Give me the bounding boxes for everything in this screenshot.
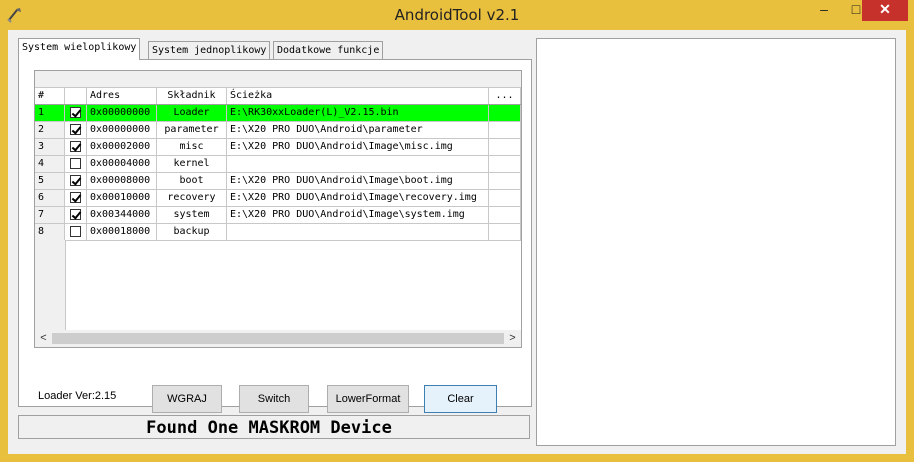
row-checkbox-cell[interactable] [65, 156, 87, 172]
close-button[interactable]: ✕ [862, 0, 908, 21]
row-checkbox[interactable] [70, 107, 81, 118]
row-number: 6 [35, 190, 65, 206]
row-browse[interactable] [489, 122, 521, 138]
row-address: 0x00344000 [87, 207, 157, 223]
row-browse[interactable] [489, 156, 521, 172]
status-text: Found One MASKROM Device [146, 418, 392, 438]
table-row[interactable]: 1 0x00000000 Loader E:\RK30xxLoader(L)_V2.1… [35, 105, 521, 122]
row-number: 1 [35, 105, 65, 121]
tab-panel: # Adres Składnik Ścieżka ... 1 0x00000000… [18, 59, 532, 413]
row-component: recovery [157, 190, 227, 206]
row-browse[interactable] [489, 105, 521, 121]
row-path[interactable]: E:\X20 PRO DUO\Android\Image\boot.img [227, 173, 489, 189]
header-num[interactable]: # [35, 88, 65, 104]
clear-button[interactable]: Clear [424, 385, 497, 413]
table-row[interactable]: 7 0x00344000 system E:\X20 PRO DUO\Android\… [35, 207, 521, 224]
row-checkbox[interactable] [70, 175, 81, 186]
loader-version: Loader Ver:2.15 [38, 390, 117, 402]
table-row[interactable]: 5 0x00008000 boot E:\X20 PRO DUO\Android\Im… [35, 173, 521, 190]
row-component: boot [157, 173, 227, 189]
switch-button[interactable]: Switch [239, 385, 309, 413]
row-path[interactable]: E:\X20 PRO DUO\Android\parameter [227, 122, 489, 138]
row-number: 7 [35, 207, 65, 223]
row-browse[interactable] [489, 173, 521, 189]
row-number: 4 [35, 156, 65, 172]
row-address: 0x00018000 [87, 224, 157, 240]
row-checkbox[interactable] [70, 158, 81, 169]
row-number: 3 [35, 139, 65, 155]
row-number: 5 [35, 173, 65, 189]
row-component: Loader [157, 105, 227, 121]
row-browse[interactable] [489, 139, 521, 155]
row-component: kernel [157, 156, 227, 172]
row-address: 0x00008000 [87, 173, 157, 189]
row-checkbox-cell[interactable] [65, 207, 87, 223]
row-path[interactable]: E:\RK30xxLoader(L)_V2.15.bin [227, 105, 489, 121]
row-checkbox-cell[interactable] [65, 224, 87, 240]
table-row[interactable]: 6 0x00010000 recovery E:\X20 PRO DUO\Androi… [35, 190, 521, 207]
row-path[interactable]: E:\X20 PRO DUO\Android\Image\system.img [227, 207, 489, 223]
header-address[interactable]: Adres [87, 88, 157, 104]
table-row[interactable]: 8 0x00018000 backup [35, 224, 521, 241]
horizontal-scrollbar[interactable]: < > [35, 330, 521, 347]
header-more[interactable]: ... [489, 88, 521, 104]
scroll-left-arrow[interactable]: < [35, 330, 52, 347]
row-checkbox-cell[interactable] [65, 122, 87, 138]
table-row[interactable]: 2 0x00000000 parameter E:\X20 PRO DUO\Andro… [35, 122, 521, 139]
row-checkbox-cell[interactable] [65, 105, 87, 121]
row-path[interactable]: E:\X20 PRO DUO\Android\Image\recovery.im… [227, 190, 489, 206]
row-address: 0x00010000 [87, 190, 157, 206]
row-component: backup [157, 224, 227, 240]
scroll-right-arrow[interactable]: > [504, 330, 521, 347]
window-title: AndroidTool v2.1 [394, 6, 520, 24]
row-checkbox[interactable] [70, 124, 81, 135]
header-check[interactable] [65, 88, 87, 104]
row-browse[interactable] [489, 207, 521, 223]
header-component[interactable]: Składnik [157, 88, 227, 104]
row-address: 0x00000000 [87, 122, 157, 138]
lower-format-button[interactable]: LowerFormat [327, 385, 409, 413]
row-component: parameter [157, 122, 227, 138]
table-header: # Adres Składnik Ścieżka ... [35, 88, 521, 105]
minimize-button[interactable]: – [808, 0, 840, 20]
row-component: system [157, 207, 227, 223]
status-bar: Found One MASKROM Device [18, 415, 530, 439]
row-checkbox-cell[interactable] [65, 139, 87, 155]
tab-system-jednoplikowy[interactable]: System jednoplikowy [148, 41, 271, 60]
row-checkbox-cell[interactable] [65, 190, 87, 206]
table-row[interactable]: 4 0x00004000 kernel [35, 156, 521, 173]
row-checkbox[interactable] [70, 226, 81, 237]
row-address: 0x00004000 [87, 156, 157, 172]
title-bar: AndroidTool v2.1 – □ ✕ [0, 0, 914, 30]
row-path[interactable] [227, 224, 489, 240]
log-panel[interactable] [536, 38, 896, 446]
scroll-thumb[interactable] [52, 333, 504, 344]
table-top-band [35, 71, 521, 88]
wgraj-button[interactable]: WGRAJ [152, 385, 222, 413]
tab-dodatkowe-funkcje[interactable]: Dodatkowe funkcje [273, 41, 384, 60]
tab-system-wieloplikowy[interactable]: System wieloplikowy [18, 38, 141, 60]
row-address: 0x00000000 [87, 105, 157, 121]
row-browse[interactable] [489, 224, 521, 240]
row-checkbox[interactable] [70, 141, 81, 152]
row-checkbox[interactable] [70, 192, 81, 203]
row-checkbox[interactable] [70, 209, 81, 220]
row-number: 8 [35, 224, 65, 240]
row-number: 2 [35, 122, 65, 138]
row-path[interactable] [227, 156, 489, 172]
header-path[interactable]: Ścieżka [227, 88, 489, 104]
row-address: 0x00002000 [87, 139, 157, 155]
row-checkbox-cell[interactable] [65, 173, 87, 189]
row-path[interactable]: E:\X20 PRO DUO\Android\Image\misc.img [227, 139, 489, 155]
table-row[interactable]: 3 0x00002000 misc E:\X20 PRO DUO\Android\Im… [35, 139, 521, 156]
row-component: misc [157, 139, 227, 155]
row-browse[interactable] [489, 190, 521, 206]
partition-table: # Adres Składnik Ścieżka ... 1 0x00000000… [34, 70, 522, 348]
main-window: System wieloplikowy System jednoplikowy … [8, 30, 906, 454]
